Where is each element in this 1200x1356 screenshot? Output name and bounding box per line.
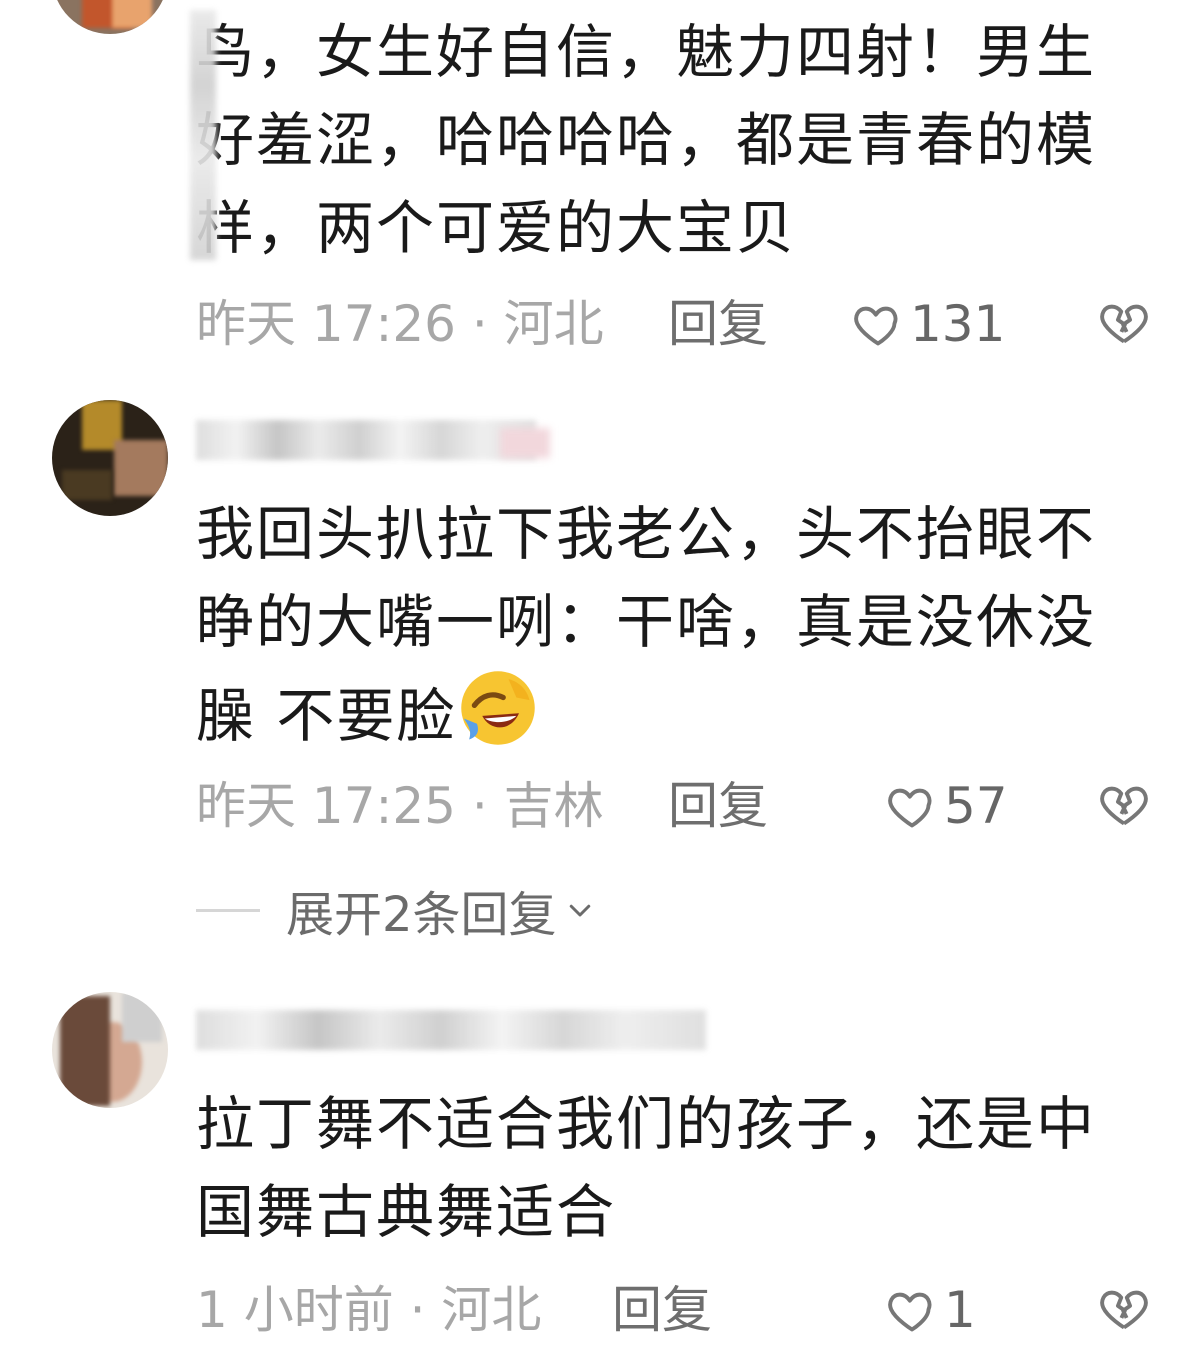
- redaction-strip: [190, 10, 216, 260]
- dislike-button[interactable]: [1098, 778, 1150, 830]
- rolling-laughing-emoji-icon: [461, 671, 536, 745]
- like-count: 57: [944, 777, 1008, 835]
- avatar[interactable]: [52, 992, 168, 1108]
- heart-icon: [888, 1292, 932, 1332]
- broken-heart-icon: [1100, 304, 1148, 344]
- heart-icon: [854, 306, 898, 346]
- username-redacted[interactable]: [196, 1010, 706, 1050]
- dislike-button[interactable]: [1098, 1282, 1150, 1334]
- expand-replies-label: 展开2条回复: [286, 887, 557, 943]
- like-button[interactable]: 1: [886, 1280, 976, 1340]
- comment-line: 臊 不要脸: [196, 666, 1156, 760]
- avatar[interactable]: [52, 400, 168, 516]
- username-redacted[interactable]: [196, 420, 536, 460]
- username-redacted-extra: [500, 428, 550, 458]
- dislike-button[interactable]: [1098, 296, 1150, 348]
- like-count: 131: [910, 295, 1006, 353]
- comment-time-location: 昨天 17:25 · 吉林: [196, 777, 604, 835]
- comment-text: 我回头扒拉下我老公，头不抬眼不 睁的大嘴一咧：干啥，真是没休没 臊 不要脸: [196, 490, 1156, 760]
- comment-time-location: 1 小时前 · 河北: [196, 1281, 542, 1339]
- expand-divider: [196, 908, 260, 912]
- comment-line: 拉丁舞不适合我们的孩子，还是中: [196, 1090, 1097, 1158]
- expand-replies-button[interactable]: 展开2条回复: [196, 880, 595, 943]
- comment-line: 好羞涩，哈哈哈哈，都是青春的模: [196, 106, 1097, 174]
- comment-meta: 1 小时前 · 河北 回复 1: [196, 1280, 1160, 1340]
- comment-line: 国舞古典舞适合: [196, 1178, 617, 1246]
- reply-button[interactable]: 回复: [612, 1280, 712, 1340]
- comment-line: 鸟，女生好自信，魅力四射！男生: [196, 18, 1097, 86]
- comment-meta: 昨天 17:26 · 河北 回复 131: [196, 294, 1160, 354]
- comment-text: 鸟，女生好自信，魅力四射！男生 好羞涩，哈哈哈哈，都是青春的模 样，两个可爱的大…: [196, 8, 1156, 272]
- like-count: 1: [944, 1281, 976, 1339]
- comment-meta: 昨天 17:25 · 吉林 回复 57: [196, 776, 1160, 836]
- comment-line: 我回头扒拉下我老公，头不抬眼不: [196, 500, 1097, 568]
- comment-line: 样，两个可爱的大宝贝: [196, 194, 797, 262]
- heart-icon: [888, 788, 932, 828]
- reply-button[interactable]: 回复: [668, 776, 768, 836]
- comment-line-text: 臊 不要脸: [196, 682, 457, 750]
- chevron-down-icon: [569, 904, 590, 917]
- like-button[interactable]: 57: [886, 776, 1008, 836]
- reply-button[interactable]: 回复: [668, 294, 768, 354]
- comment-line: 睁的大嘴一咧：干啥，真是没休没: [196, 588, 1097, 656]
- like-button[interactable]: 131: [852, 294, 1005, 354]
- broken-heart-icon: [1100, 1290, 1148, 1330]
- avatar[interactable]: [52, 0, 168, 34]
- broken-heart-icon: [1100, 786, 1148, 826]
- comment-time-location: 昨天 17:26 · 河北: [196, 295, 604, 353]
- comment-text: 拉丁舞不适合我们的孩子，还是中 国舞古典舞适合: [196, 1080, 1156, 1256]
